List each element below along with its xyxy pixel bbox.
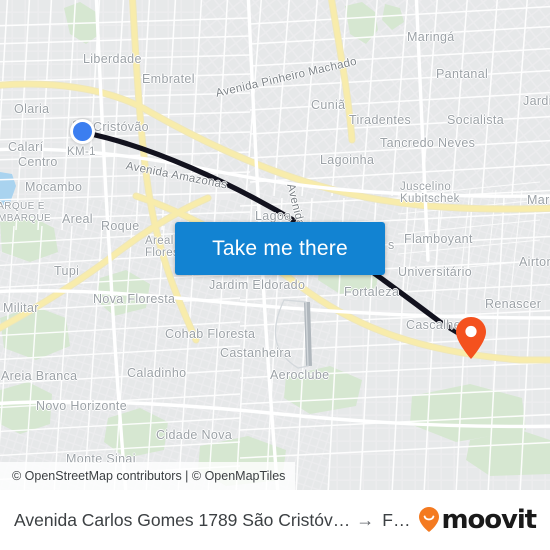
moovit-pin-icon (419, 507, 440, 532)
attribution-text: © OpenStreetMap contributors | © OpenMap… (12, 469, 286, 483)
map-attribution[interactable]: © OpenStreetMap contributors | © OpenMap… (0, 462, 296, 490)
footer-bar: Avenida Carlos Gomes 1789 São Cristóvão … (0, 490, 550, 550)
destination-marker[interactable] (455, 316, 487, 360)
arrow-right-icon: → (356, 509, 375, 530)
take-me-there-label: Take me there (212, 236, 348, 260)
route-summary: Avenida Carlos Gomes 1789 São Cristóvão … (14, 510, 410, 531)
map-canvas[interactable]: Liberdade Embratel Olaria Calarí Centro … (0, 0, 550, 490)
map-pin-icon (456, 317, 486, 359)
route-destination-text: F… (382, 509, 411, 530)
origin-marker[interactable] (70, 119, 95, 144)
moovit-wordmark: moovit (441, 505, 537, 535)
route-origin-text: Avenida Carlos Gomes 1789 São Cristóvão … (14, 509, 351, 530)
take-me-there-button[interactable]: Take me there (175, 222, 385, 275)
moovit-map-screen: Liberdade Embratel Olaria Calarí Centro … (0, 0, 550, 550)
moovit-brand[interactable]: moovit (418, 505, 537, 535)
